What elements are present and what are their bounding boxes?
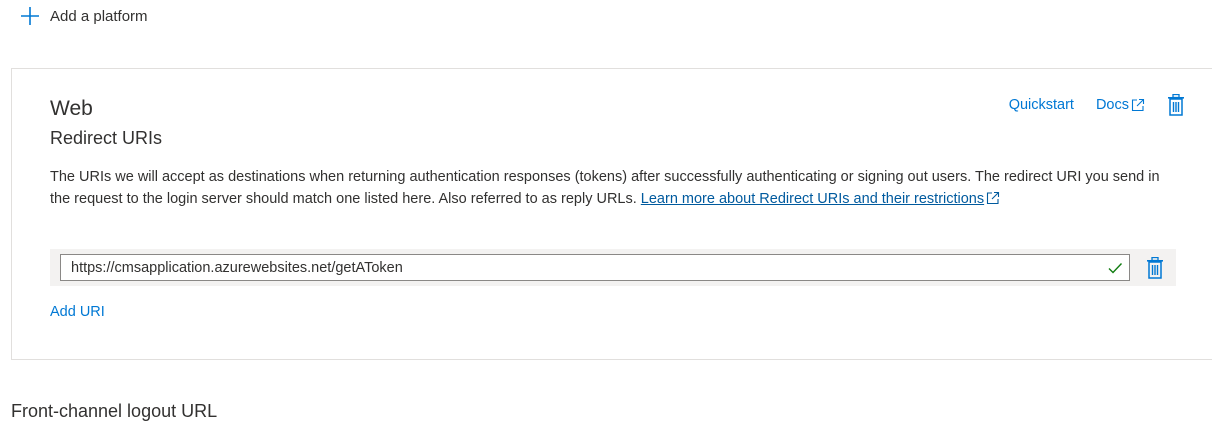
platform-title: Web: [50, 97, 93, 120]
redirect-uris-heading: Redirect URIs: [50, 128, 163, 148]
delete-platform-trash-icon[interactable]: [1167, 94, 1185, 116]
redirect-uri-input[interactable]: [61, 259, 1111, 276]
redirect-uri-field[interactable]: [60, 254, 1130, 281]
learn-more-link[interactable]: Learn more about Redirect URIs and their…: [641, 191, 1000, 207]
redirect-uri-row: [50, 249, 1176, 286]
quickstart-link[interactable]: Quickstart: [1009, 97, 1074, 113]
web-platform-card: Web Redirect URIs Quickstart Docs The UR…: [11, 68, 1212, 360]
learn-more-label: Learn more about Redirect URIs and their…: [640, 191, 985, 207]
check-icon: [1108, 263, 1123, 274]
docs-link-label: Docs: [1095, 97, 1129, 113]
docs-link[interactable]: Docs: [1096, 97, 1145, 113]
front-channel-logout-heading: Front-channel logout URL: [11, 401, 218, 421]
add-uri-link[interactable]: Add URI: [50, 304, 105, 320]
redirect-uris-description: The URIs we will accept as destinations …: [50, 166, 1178, 210]
delete-uri-trash-icon[interactable]: [1146, 257, 1164, 279]
card-actions: Quickstart Docs: [1009, 94, 1185, 116]
external-link-icon: [1131, 98, 1145, 112]
external-link-icon: [987, 191, 1000, 205]
plus-icon: [21, 7, 39, 25]
add-platform-button[interactable]: Add a platform: [20, 4, 148, 28]
add-platform-label: Add a platform: [50, 7, 148, 25]
